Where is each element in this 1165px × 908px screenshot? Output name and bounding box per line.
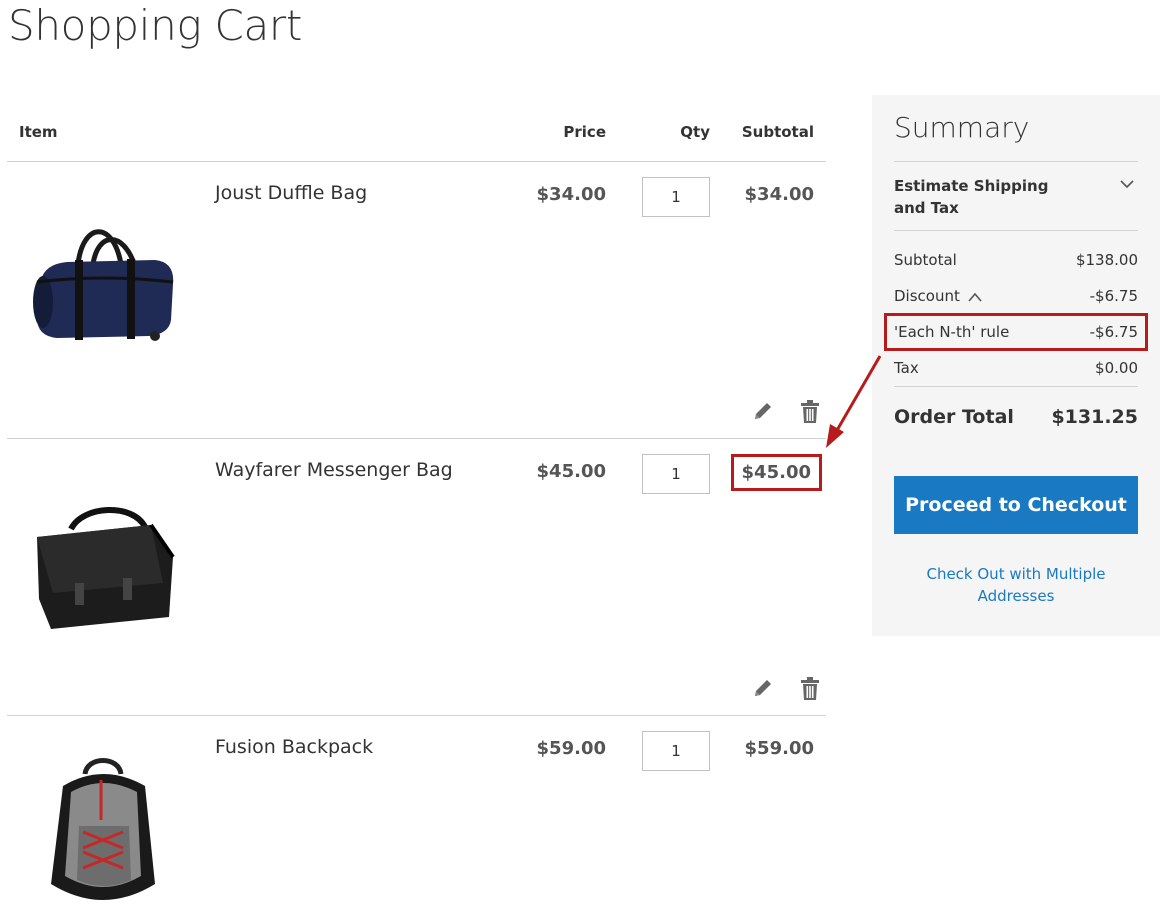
product-subtotal-highlighted: $45.00 xyxy=(730,454,822,491)
product-name[interactable]: Joust Duffle Bag xyxy=(215,182,367,204)
qty-input[interactable] xyxy=(642,454,710,494)
product-price: $45.00 xyxy=(536,461,606,482)
discount-value: -$6.75 xyxy=(1089,287,1138,305)
cart-row: Wayfarer Messenger Bag $45.00 $45.00 xyxy=(7,439,826,716)
header-subtotal: Subtotal xyxy=(741,123,814,141)
trash-icon[interactable] xyxy=(800,677,820,701)
pencil-icon[interactable] xyxy=(752,677,774,699)
checkout-multiple-addresses-link[interactable]: Check Out with Multiple Addresses xyxy=(894,563,1138,607)
discount-label: Discount xyxy=(894,287,960,305)
summary-title: Summary xyxy=(894,111,1030,144)
divider xyxy=(894,230,1138,231)
duffle-bag-image[interactable] xyxy=(23,202,183,352)
product-subtotal: $59.00 xyxy=(744,738,814,759)
trash-icon[interactable] xyxy=(800,400,820,424)
qty-input[interactable] xyxy=(642,731,710,771)
product-name[interactable]: Fusion Backpack xyxy=(215,736,373,758)
proceed-to-checkout-button[interactable]: Proceed to Checkout xyxy=(894,476,1138,534)
messenger-bag-image[interactable] xyxy=(23,479,183,629)
product-name[interactable]: Wayfarer Messenger Bag xyxy=(215,459,453,481)
pencil-icon[interactable] xyxy=(752,400,774,422)
product-price: $34.00 xyxy=(536,184,606,205)
subtotal-label: Subtotal xyxy=(894,251,957,269)
order-total-label: Order Total xyxy=(894,406,1014,428)
qty-input[interactable] xyxy=(642,177,710,217)
header-item: Item xyxy=(19,123,58,141)
page-title: Shopping Cart xyxy=(8,1,303,50)
order-total-value: $131.25 xyxy=(1051,406,1138,428)
row-actions xyxy=(746,677,826,701)
divider xyxy=(894,161,1138,162)
discount-label-wrap[interactable]: Discount xyxy=(894,287,982,305)
chevron-up-icon[interactable] xyxy=(968,292,982,302)
product-price: $59.00 xyxy=(536,738,606,759)
header-price: Price xyxy=(563,123,606,141)
cart-table: Item Price Qty Subtotal Joust Duffle Bag… xyxy=(7,110,826,908)
header-qty: Qty xyxy=(680,123,710,141)
row-actions xyxy=(746,400,826,424)
tax-value: $0.00 xyxy=(1095,359,1138,377)
cart-header: Item Price Qty Subtotal xyxy=(7,110,826,162)
cart-row: Fusion Backpack $59.00 $59.00 xyxy=(7,716,826,908)
subtotal-value: $138.00 xyxy=(1075,251,1138,269)
cart-row: Joust Duffle Bag $34.00 $34.00 xyxy=(7,162,826,439)
divider xyxy=(894,386,1138,387)
rule-value: -$6.75 xyxy=(1089,323,1138,341)
tax-label: Tax xyxy=(894,359,919,377)
rule-label: 'Each N-th' rule xyxy=(894,323,1010,341)
chevron-down-icon[interactable] xyxy=(1120,177,1134,191)
estimate-shipping-toggle[interactable]: Estimate Shipping and Tax xyxy=(894,175,1084,219)
order-summary: Summary Estimate Shipping and Tax Subtot… xyxy=(872,95,1160,636)
product-subtotal: $34.00 xyxy=(744,184,814,205)
backpack-image[interactable] xyxy=(23,756,183,906)
